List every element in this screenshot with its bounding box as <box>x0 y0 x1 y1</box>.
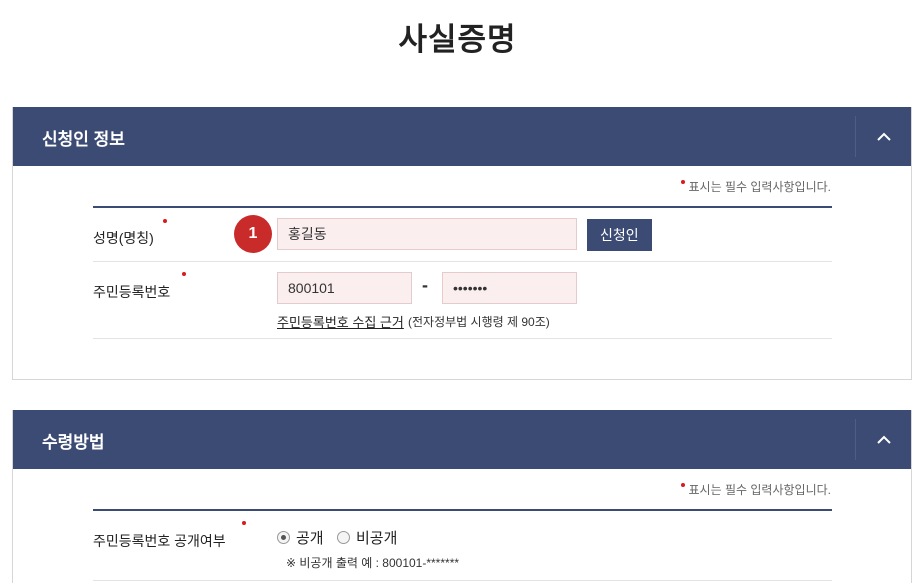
applicant-info-section: 신청인 정보 표시는 필수 입력사항입니다. 성명(명칭) 1 홍길동 신청인 … <box>12 107 912 380</box>
name-label: 성명(명칭) <box>93 230 154 246</box>
radio-checked-icon <box>277 531 290 544</box>
disclosure-row: 주민등록번호 공개여부 공개 비공개 ※ 비공개 출력 예 : 800101-*… <box>93 511 832 581</box>
collapse-receipt-button[interactable] <box>855 419 911 460</box>
required-dot-icon <box>680 180 685 184</box>
chevron-up-icon <box>876 132 891 141</box>
required-note-text: 표시는 필수 입력사항입니다. <box>688 180 831 194</box>
applicant-button[interactable]: 신청인 <box>587 219 652 251</box>
collapse-applicant-button[interactable] <box>855 116 911 157</box>
rrn-back-input[interactable]: ••••••• <box>442 272 577 304</box>
radio-private[interactable]: 비공개 <box>337 527 397 548</box>
rrn-separator: - <box>422 275 428 295</box>
section-title-applicant: 신청인 정보 <box>42 130 125 149</box>
required-note: 표시는 필수 입력사항입니다. <box>680 481 831 498</box>
applicant-form-table: 성명(명칭) 1 홍길동 신청인 주민등록번호 800101 - •••••••… <box>93 206 832 339</box>
required-note-text: 표시는 필수 입력사항입니다. <box>688 483 831 497</box>
radio-public-label: 공개 <box>296 530 324 547</box>
section-title-receipt: 수령방법 <box>42 433 105 452</box>
required-dot-icon <box>680 483 685 487</box>
receipt-method-section: 수령방법 표시는 필수 입력사항입니다. 주민등록번호 공개여부 공개 비공개 … <box>12 410 912 583</box>
chevron-up-icon <box>876 435 891 444</box>
rrn-label: 주민등록번호 <box>93 284 171 300</box>
rrn-front-input[interactable]: 800101 <box>277 272 412 304</box>
name-input[interactable]: 홍길동 <box>277 218 577 250</box>
radio-unchecked-icon <box>337 531 350 544</box>
required-dot-icon <box>182 272 186 276</box>
receipt-method-header: 수령방법 <box>13 410 911 469</box>
name-row: 성명(명칭) 1 홍길동 신청인 <box>93 208 832 262</box>
law-note: (전자정부법 시행령 제 90조) <box>408 315 550 329</box>
private-output-example: ※ 비공개 출력 예 : 800101-******* <box>286 556 460 570</box>
disclosure-label: 주민등록번호 공개여부 <box>93 533 226 549</box>
page-title: 사실증명 <box>398 22 517 57</box>
receipt-form-table: 주민등록번호 공개여부 공개 비공개 ※ 비공개 출력 예 : 800101-*… <box>93 509 832 581</box>
radio-public[interactable]: 공개 <box>277 527 324 548</box>
step-badge: 1 <box>234 215 272 253</box>
rrn-collection-link[interactable]: 주민등록번호 수집 근거 <box>277 312 404 331</box>
applicant-info-header: 신청인 정보 <box>13 107 911 166</box>
required-note: 표시는 필수 입력사항입니다. <box>680 178 831 195</box>
required-dot-icon <box>163 219 167 223</box>
required-dot-icon <box>242 521 246 525</box>
radio-private-label: 비공개 <box>356 530 398 547</box>
rrn-row: 주민등록번호 800101 - ••••••• 주민등록번호 수집 근거 (전자… <box>93 262 832 339</box>
